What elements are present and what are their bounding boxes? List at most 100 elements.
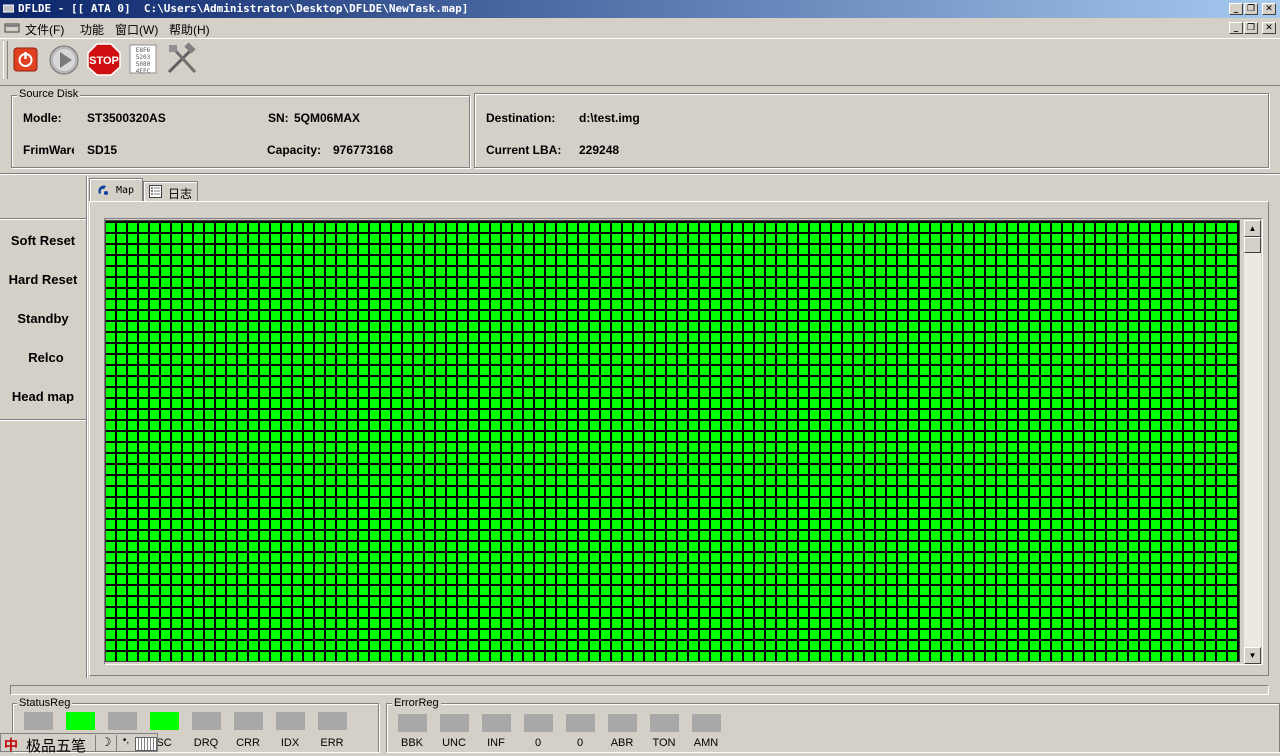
- scroll-thumb[interactable]: [1244, 237, 1261, 253]
- model-value: ST3500320AS: [87, 111, 166, 125]
- menu-help[interactable]: 帮助(H): [169, 21, 210, 38]
- menu-function[interactable]: 功能: [80, 21, 104, 38]
- child-minimize-button[interactable]: _: [1229, 22, 1243, 34]
- ime-toolbar[interactable]: 中 极品五笔 ☽ •,: [0, 733, 158, 755]
- mdi-doc-icon: [4, 23, 20, 33]
- side-divider: [0, 419, 86, 421]
- hex-view-icon: E8F6 5203 5080 4EFC: [129, 44, 157, 75]
- tab-log[interactable]: 日志: [143, 181, 198, 201]
- stop-button[interactable]: STOP: [87, 42, 121, 76]
- minimize-button[interactable]: _: [1229, 3, 1243, 15]
- sn-value: 5QM06MAX: [294, 111, 361, 125]
- status-reg-bit-label: CRR: [236, 737, 260, 749]
- error-reg-bit-label: 0: [576, 737, 584, 749]
- error-reg-bit-label: 0: [534, 737, 542, 749]
- ime-label: 极品五笔: [26, 738, 87, 755]
- capacity-value: 976773168: [333, 143, 394, 157]
- tools-button[interactable]: [165, 42, 197, 76]
- status-reg-indicator: [318, 712, 347, 730]
- hex-view-button[interactable]: E8F6 5203 5080 4EFC: [128, 42, 160, 76]
- error-reg-bit-label: INF: [487, 737, 505, 749]
- error-reg-indicator: [398, 714, 427, 732]
- current-lba-value: 229248: [579, 143, 620, 157]
- status-reg-indicator: [150, 712, 179, 730]
- power-button[interactable]: [10, 42, 42, 76]
- sn-label: SN:: [268, 111, 289, 125]
- error-reg-bit-label: BBK: [400, 737, 423, 749]
- error-reg-indicator: [482, 714, 511, 732]
- capacity-label: Capacity:: [267, 143, 322, 157]
- tab-map[interactable]: Map: [89, 178, 143, 202]
- destination-value: d:\test.img: [579, 111, 640, 125]
- destination-label: Destination:: [486, 111, 556, 125]
- source-disk-group: [11, 95, 470, 168]
- toolbar-grip: [3, 41, 8, 79]
- error-reg-bit-label: AMN: [693, 737, 719, 749]
- error-reg-indicator: [650, 714, 679, 732]
- soft-reset-button[interactable]: Soft Reset: [0, 233, 86, 248]
- firmware-label: FrimWare: [23, 143, 74, 157]
- menu-window[interactable]: 窗口(W): [115, 21, 158, 38]
- status-reg-indicator: [66, 712, 95, 730]
- child-close-button[interactable]: ✕: [1262, 22, 1276, 34]
- error-reg-bit-label: UNC: [442, 737, 466, 749]
- error-reg-indicator: [524, 714, 553, 732]
- child-restore-button[interactable]: ❐: [1244, 22, 1258, 34]
- play-icon: [49, 45, 79, 75]
- tab-log-label: 日志: [168, 187, 193, 201]
- side-divider: [0, 218, 86, 220]
- tab-map-label: Map: [116, 185, 135, 196]
- scroll-up-button[interactable]: ▲: [1244, 220, 1261, 237]
- hex-line: 4EFC: [136, 68, 151, 75]
- source-disk-label: Source Disk: [17, 88, 81, 100]
- app-icon: [3, 4, 14, 13]
- status-reg-indicator: [192, 712, 221, 730]
- status-reg-indicator: [108, 712, 137, 730]
- current-lba-label: Current LBA:: [486, 143, 562, 157]
- side-panel-border: [86, 176, 88, 678]
- error-reg-indicator: [440, 714, 469, 732]
- hard-reset-button[interactable]: Hard Reset: [0, 272, 86, 287]
- status-reg-indicator: [234, 712, 263, 730]
- relco-button[interactable]: Relco: [3, 350, 89, 365]
- stop-text: STOP: [89, 55, 119, 67]
- status-reg-bit-label: ERR: [320, 737, 344, 749]
- error-reg-indicator: [566, 714, 595, 732]
- error-reg-indicator: [608, 714, 637, 732]
- restore-button[interactable]: ❐: [1244, 3, 1258, 15]
- moon-icon[interactable]: ☽: [95, 735, 116, 751]
- window-title: DFLDE - [[ ATA 0] C:\Users\Administrator…: [18, 2, 469, 15]
- firmware-value: SD15: [87, 143, 118, 157]
- start-button[interactable]: [48, 42, 80, 76]
- hex-line: E8F6: [136, 47, 151, 54]
- menu-file[interactable]: 文件(F): [25, 21, 64, 38]
- power-icon: [13, 47, 38, 72]
- tools-icon: [167, 42, 197, 74]
- keyboard-icon[interactable]: [135, 737, 157, 751]
- head-map-button[interactable]: Head map: [0, 389, 86, 404]
- error-reg-indicator: [692, 714, 721, 732]
- model-label: Modle:: [23, 111, 62, 125]
- hex-line: 5203: [136, 54, 151, 61]
- status-reg-bit-label: DRQ: [193, 737, 219, 749]
- error-reg-bit-label: ABR: [610, 737, 634, 749]
- punctuation-icon[interactable]: •,: [116, 735, 135, 751]
- status-reg-label: StatusReg: [17, 697, 73, 709]
- close-button[interactable]: ✕: [1262, 3, 1276, 15]
- log-icon: [149, 185, 162, 198]
- map-icon: [98, 185, 108, 195]
- hex-line: 5080: [136, 61, 151, 68]
- ime-logo: 中: [4, 737, 18, 753]
- status-reg-indicator: [24, 712, 53, 730]
- standby-button[interactable]: Standby: [0, 311, 86, 326]
- status-reg-bit-label: IDX: [280, 737, 300, 749]
- error-reg-label: ErrorReg: [392, 697, 441, 709]
- progress-bar: [10, 685, 1269, 695]
- error-reg-bit-label: TON: [652, 737, 676, 749]
- status-reg-indicator: [276, 712, 305, 730]
- scroll-down-button[interactable]: ▼: [1244, 647, 1261, 664]
- sector-map[interactable]: [105, 220, 1240, 662]
- stop-icon: STOP: [87, 43, 121, 76]
- separator: [0, 173, 1280, 175]
- map-scrollbar[interactable]: [1244, 220, 1261, 664]
